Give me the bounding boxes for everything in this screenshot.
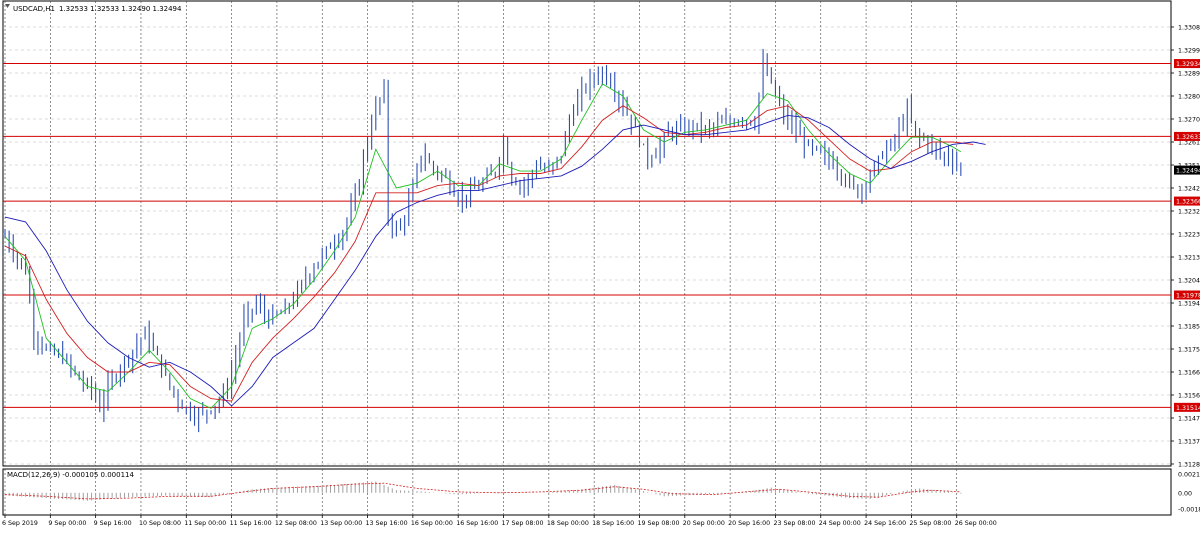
y-tick-label: 1.32135	[1178, 255, 1200, 262]
level-price-tag: 1.31514	[1176, 405, 1200, 412]
x-tick-label: 11 Sep 00:00	[184, 520, 226, 527]
chart-window: 1.33085 1.32990 1.32895 1.32800 1.32705 1.326…	[0, 0, 1200, 531]
macd-label: MACD(12,26,9) -0.000105 0.000114	[7, 471, 134, 479]
y-tick-label: 1.31850	[1178, 324, 1200, 331]
x-tick-label: 19 Sep 08:00	[637, 520, 679, 527]
y-tick-label: 1.31755	[1178, 347, 1200, 354]
x-tick-label: 18 Sep 16:00	[592, 520, 634, 527]
x-tick-label: 16 Sep 00:00	[411, 520, 453, 527]
symbol-label: USDCAD,H1	[13, 5, 55, 13]
y-tick-label: 1.32040	[1178, 278, 1200, 285]
x-tick-label: 25 Sep 08:00	[909, 520, 951, 527]
x-tick-label: 16 Sep 16:00	[456, 520, 498, 527]
level-price-tag: 1.31978	[1176, 293, 1200, 300]
x-tick-label: 9 Sep 00:00	[48, 520, 86, 527]
level-price-tag: 1.32934	[1176, 61, 1200, 68]
x-tick-label: 9 Sep 16:00	[94, 520, 132, 527]
macd-y-tick-label: -0.00185	[1178, 507, 1200, 514]
y-tick-label: 1.32800	[1178, 94, 1200, 101]
y-tick-label: 1.31660	[1178, 370, 1200, 377]
x-tick-label: 13 Sep 16:00	[366, 520, 408, 527]
x-tick-label: 24 Sep 00:00	[819, 520, 861, 527]
current-price-tag: 1.32494	[1176, 168, 1200, 175]
ohlc-label: 1.32533 1.32533 1.32490 1.32494	[59, 5, 182, 13]
x-tick-label: 20 Sep 16:00	[728, 520, 770, 527]
x-tick-label: 23 Sep 08:00	[773, 520, 815, 527]
level-price-tag: 1.32633	[1176, 134, 1200, 141]
y-tick-label: 1.32705	[1178, 117, 1200, 124]
y-tick-label: 1.32990	[1178, 48, 1200, 55]
macd-plot-area[interactable]	[2, 468, 1172, 516]
y-tick-label: 1.32420	[1178, 186, 1200, 193]
x-tick-label: 18 Sep 00:00	[547, 520, 589, 527]
x-tick-label: 10 Sep 08:00	[139, 520, 181, 527]
x-tick-label: 20 Sep 00:00	[683, 520, 725, 527]
y-tick-label: 1.32230	[1178, 232, 1200, 239]
y-tick-label: 1.31565	[1178, 393, 1200, 400]
level-price-tag: 1.32366	[1176, 199, 1200, 206]
x-tick-label: 13 Sep 00:00	[320, 520, 362, 527]
x-tick-label: 6 Sep 2019	[2, 520, 38, 527]
x-tick-label: 11 Sep 16:00	[230, 520, 272, 527]
y-tick-label: 1.32895	[1178, 71, 1200, 78]
x-tick-label: 17 Sep 08:00	[502, 520, 544, 527]
y-tick-label: 1.33085	[1178, 25, 1200, 32]
y-tick-label: 1.31945	[1178, 301, 1200, 308]
y-tick-label: 1.32325	[1178, 209, 1200, 216]
macd-y-tick-label: 0.002168	[1178, 471, 1200, 478]
macd-y-tick-label: 0.00	[1178, 490, 1192, 497]
y-tick-label: 1.31470	[1178, 416, 1200, 423]
x-tick-label: 26 Sep 00:00	[955, 520, 997, 527]
y-tick-label: 1.31280	[1178, 462, 1200, 469]
chart-canvas: 1.33085 1.32990 1.32895 1.32800 1.32705 1.326…	[0, 0, 1200, 531]
x-tick-label: 24 Sep 16:00	[864, 520, 906, 527]
y-tick-label: 1.31375	[1178, 439, 1200, 446]
x-tick-label: 12 Sep 08:00	[275, 520, 317, 527]
